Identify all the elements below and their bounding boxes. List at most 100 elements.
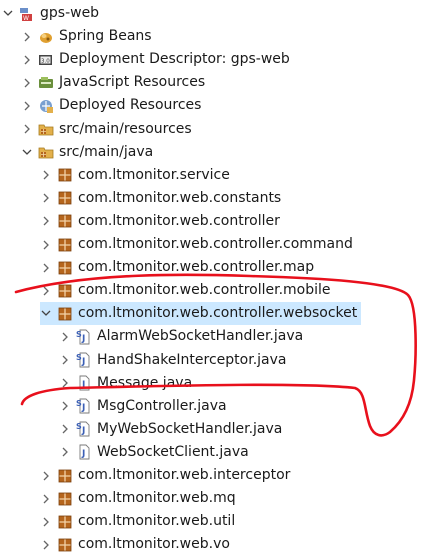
source-folder-icon [38, 121, 54, 137]
java-source-file-icon: JS [76, 421, 92, 437]
tree-item-com-ltmonitor-web-controller[interactable]: com.ltmonitor.web.controller [40, 210, 280, 233]
tree-item-com-ltmonitor-web-controller-map[interactable]: com.ltmonitor.web.controller.map [40, 256, 314, 279]
package-icon [57, 237, 73, 253]
tree-item-label: AlarmWebSocketHandler.java [97, 328, 304, 345]
tree-item-label: com.ltmonitor.service [78, 166, 230, 183]
tree-item-label: MsgController.java [97, 397, 227, 414]
tree-item-deployment-descriptor-gps-web[interactable]: 3.0 Deployment Descriptor: gps-web [21, 48, 290, 71]
chevron-right-icon[interactable] [21, 123, 33, 135]
chevron-right-icon[interactable] [59, 354, 71, 366]
chevron-right-icon[interactable] [40, 539, 52, 551]
tree-item-gps-web[interactable]: Wgps-web [2, 2, 99, 25]
tree-item-label: com.ltmonitor.web.controller [78, 212, 280, 229]
spring-beans-icon [38, 29, 54, 45]
chevron-down-icon[interactable] [40, 308, 52, 320]
tree-item-deployed-resources[interactable]: Deployed Resources [21, 94, 201, 117]
source-folder-icon [38, 144, 54, 160]
tree-item-label: com.ltmonitor.web.controller.command [78, 236, 353, 252]
tree-item-label: HandShakeInterceptor.java [97, 351, 287, 368]
tree-item-javascript-resources[interactable]: JavaScript Resources [21, 71, 205, 94]
chevron-right-icon[interactable] [21, 100, 33, 112]
tree-item-label: com.ltmonitor.web.controller.mobile [78, 282, 331, 299]
package-icon [57, 213, 73, 229]
tree-item-label: Spring Beans [59, 28, 152, 45]
tree-item-com-ltmonitor-web-constants[interactable]: com.ltmonitor.web.constants [40, 187, 281, 210]
deployment-descriptor-icon: 3.0 [38, 52, 54, 68]
chevron-down-icon[interactable] [21, 146, 33, 158]
tree-item-label: com.ltmonitor.web.controller.map [78, 259, 315, 276]
svg-text:J: J [81, 449, 85, 459]
tree-item-src-main-java[interactable]: src/main/java [21, 141, 153, 164]
tree-item-spring-beans[interactable]: Spring Beans [21, 25, 152, 48]
tree-item-label: com.ltmonitor.web.controller.websocket [78, 305, 358, 322]
package-icon [57, 306, 73, 322]
chevron-right-icon[interactable] [40, 215, 52, 227]
chevron-right-icon[interactable] [40, 470, 52, 482]
chevron-down-icon[interactable] [2, 8, 14, 20]
svg-text:S: S [76, 422, 82, 431]
tree-item-label: com.ltmonitor.web.mq [78, 490, 236, 507]
chevron-right-icon[interactable] [59, 400, 71, 412]
tree-item-src-main-resources[interactable]: src/main/resources [21, 118, 192, 141]
deployed-resources-icon [38, 98, 54, 114]
chevron-right-icon[interactable] [59, 446, 71, 458]
tree-item-com-ltmonitor-service[interactable]: com.ltmonitor.service [40, 164, 230, 187]
svg-text:S: S [76, 353, 82, 362]
tree-item-msgcontroller-java[interactable]: J S MsgController.java [59, 395, 227, 418]
package-icon [57, 283, 73, 299]
chevron-right-icon[interactable] [40, 285, 52, 297]
tree-item-com-ltmonitor-web-controller-mobile[interactable]: com.ltmonitor.web.controller.mobile [40, 279, 331, 302]
tree-item-handshakeinterceptor-java[interactable]: J S HandShakeInterceptor.java [59, 349, 287, 372]
tree-item-label: src/main/java [59, 143, 154, 160]
chevron-right-icon[interactable] [59, 377, 71, 389]
tree-item-websocketclient-java[interactable]: J WebSocketClient.java [59, 441, 249, 464]
tree-item-com-ltmonitor-web-mq[interactable]: com.ltmonitor.web.mq [40, 487, 236, 510]
tree-item-label: src/main/resources [59, 120, 192, 137]
svg-text:S: S [76, 330, 82, 339]
chevron-right-icon[interactable] [40, 262, 52, 274]
chevron-right-icon[interactable] [21, 77, 33, 89]
chevron-right-icon[interactable] [59, 423, 71, 435]
tree-item-label: WebSocketClient.java [97, 443, 249, 460]
tree-item-label: gps-web [40, 5, 100, 21]
chevron-right-icon[interactable] [40, 516, 52, 528]
svg-text:3.0: 3.0 [41, 58, 50, 64]
java-source-file-icon: JS [76, 329, 92, 345]
tree-item-com-ltmonitor-web-controller-command[interactable]: com.ltmonitor.web.controller.command [40, 233, 353, 256]
tree-item-label: MyWebSocketHandler.java [97, 420, 283, 437]
chevron-right-icon[interactable] [59, 331, 71, 343]
tree-item-label: com.ltmonitor.web.constants [78, 189, 282, 206]
tree-item-label: Deployment Descriptor: gps-web [59, 51, 290, 68]
tree-item-alarmwebsockethandler-java[interactable]: J S AlarmWebSocketHandler.java [59, 325, 303, 348]
tree-item-com-ltmonitor-web-controller-websocket[interactable]: com.ltmonitor.web.controller.websocket [40, 302, 362, 326]
tree-item-label: com.ltmonitor.web.util [78, 513, 236, 530]
package-icon [57, 260, 73, 276]
chevron-right-icon[interactable] [21, 54, 33, 66]
tree-item-label: com.ltmonitor.web.interceptor [78, 467, 291, 483]
tree-item-com-ltmonitor-web-interceptor[interactable]: com.ltmonitor.web.interceptor [40, 464, 290, 487]
chevron-right-icon[interactable] [40, 192, 52, 204]
java-source-file-icon: JS [76, 352, 92, 368]
chevron-right-icon[interactable] [40, 169, 52, 181]
tree-item-mywebsockethandler-java[interactable]: J S MyWebSocketHandler.java [59, 418, 282, 441]
java-file-icon: J [76, 375, 92, 391]
tree-item-message-java[interactable]: J Message.java [59, 372, 192, 395]
tree-item-com-ltmonitor-web-vo[interactable]: com.ltmonitor.web.vo [40, 533, 230, 556]
chevron-right-icon[interactable] [21, 31, 33, 43]
chevron-right-icon[interactable] [40, 493, 52, 505]
package-icon [57, 190, 73, 206]
chevron-right-icon[interactable] [40, 239, 52, 251]
package-icon [57, 491, 73, 507]
tree-item-label: com.ltmonitor.web.vo [78, 536, 230, 553]
tree-item-com-ltmonitor-web-util[interactable]: com.ltmonitor.web.util [40, 510, 235, 533]
svg-text:J: J [81, 380, 85, 390]
javascript-resources-icon [38, 75, 54, 91]
tree-item-label: JavaScript Resources [59, 74, 206, 91]
package-icon [57, 537, 73, 553]
package-icon [57, 167, 73, 183]
web-project-icon: W [19, 6, 35, 22]
project-explorer-tree: Wgps-web Spring Beans 3.0 Deployment Descri… [0, 0, 442, 552]
java-source-file-icon: JS [76, 398, 92, 414]
package-icon [57, 468, 73, 484]
package-icon [57, 514, 73, 530]
